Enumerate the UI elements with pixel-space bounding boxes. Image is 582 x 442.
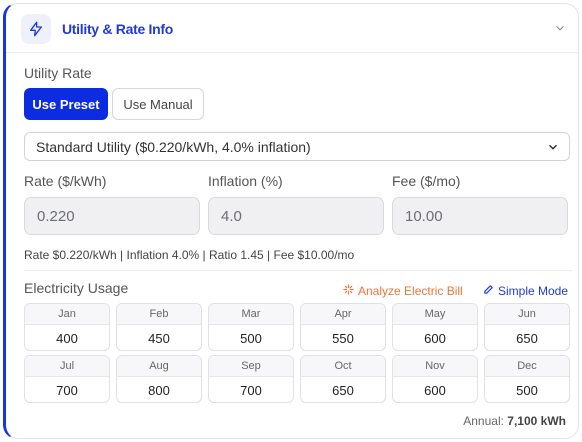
month-kwh-input[interactable]: 650	[301, 377, 385, 402]
month-usage-jan[interactable]: Jan 400	[24, 303, 110, 351]
month-name: Sep	[209, 356, 293, 377]
rate-label: Rate ($/kWh)	[24, 173, 107, 189]
month-kwh-input[interactable]: 700	[25, 377, 109, 402]
lightning-icon	[21, 14, 51, 44]
month-usage-sep[interactable]: Sep 700	[208, 355, 294, 403]
analyze-bill-link[interactable]: Analyze Electric Bill	[343, 284, 463, 298]
month-usage-jun[interactable]: Jun 650	[484, 303, 570, 351]
simple-mode-link[interactable]: Simple Mode	[483, 284, 568, 298]
month-kwh-input[interactable]: 500	[485, 377, 569, 402]
month-kwh-input[interactable]: 500	[209, 325, 293, 350]
selected-preset: Standard Utility ($0.220/kWh, 4.0% infla…	[36, 138, 311, 155]
month-name: Jul	[25, 356, 109, 377]
annual-label: Annual:	[463, 414, 504, 428]
use-preset-button[interactable]: Use Preset	[24, 88, 108, 120]
card-header[interactable]: Utility & Rate Info	[6, 4, 578, 52]
pencil-icon	[483, 284, 494, 298]
utility-preset-select[interactable]: Standard Utility ($0.220/kWh, 4.0% infla…	[24, 132, 570, 161]
chevron-down-icon	[546, 140, 560, 154]
sparkle-icon	[343, 284, 354, 298]
month-name: Mar	[209, 304, 293, 325]
annual-value: 7,100 kWh	[507, 414, 566, 428]
month-kwh-input[interactable]: 450	[117, 325, 201, 350]
use-manual-button[interactable]: Use Manual	[112, 88, 204, 120]
month-name: Apr	[301, 304, 385, 325]
month-usage-jul[interactable]: Jul 700	[24, 355, 110, 403]
month-name: Jan	[25, 304, 109, 325]
inflation-label: Inflation (%)	[208, 173, 283, 189]
month-name: Nov	[393, 356, 477, 377]
month-name: May	[393, 304, 477, 325]
electricity-usage-label: Electricity Usage	[24, 280, 129, 296]
analyze-bill-label: Analyze Electric Bill	[358, 284, 463, 298]
month-usage-may[interactable]: May 600	[392, 303, 478, 351]
month-name: Feb	[117, 304, 201, 325]
month-name: Aug	[117, 356, 201, 377]
month-kwh-input[interactable]: 700	[209, 377, 293, 402]
month-kwh-input[interactable]: 650	[485, 325, 569, 350]
month-kwh-input[interactable]: 600	[393, 325, 477, 350]
month-usage-oct[interactable]: Oct 650	[300, 355, 386, 403]
utility-rate-label: Utility Rate	[24, 65, 92, 81]
section-divider	[24, 270, 572, 271]
month-usage-mar[interactable]: Mar 500	[208, 303, 294, 351]
rate-field[interactable]: 0.220	[24, 197, 200, 235]
month-usage-aug[interactable]: Aug 800	[116, 355, 202, 403]
simple-mode-label: Simple Mode	[498, 284, 569, 298]
card-title: Utility & Rate Info	[62, 21, 173, 37]
annual-total: Annual: 7,100 kWh	[463, 414, 566, 428]
fee-field[interactable]: 10.00	[392, 197, 568, 235]
month-kwh-input[interactable]: 600	[393, 377, 477, 402]
month-usage-apr[interactable]: Apr 550	[300, 303, 386, 351]
utility-rate-card: Utility & Rate Info Utility Rate Use Pre…	[3, 3, 579, 439]
month-kwh-input[interactable]: 800	[117, 377, 201, 402]
month-name: Dec	[485, 356, 569, 377]
rate-summary: Rate $0.220/kWh | Inflation 4.0% | Ratio…	[24, 248, 355, 262]
month-name: Oct	[301, 356, 385, 377]
month-kwh-input[interactable]: 550	[301, 325, 385, 350]
header-divider	[6, 52, 578, 53]
fee-label: Fee ($/mo)	[392, 173, 461, 189]
chevron-down-icon[interactable]	[552, 20, 568, 36]
month-usage-dec[interactable]: Dec 500	[484, 355, 570, 403]
month-name: Jun	[485, 304, 569, 325]
month-usage-nov[interactable]: Nov 600	[392, 355, 478, 403]
month-usage-feb[interactable]: Feb 450	[116, 303, 202, 351]
inflation-field[interactable]: 4.0	[208, 197, 384, 235]
month-kwh-input[interactable]: 400	[25, 325, 109, 350]
